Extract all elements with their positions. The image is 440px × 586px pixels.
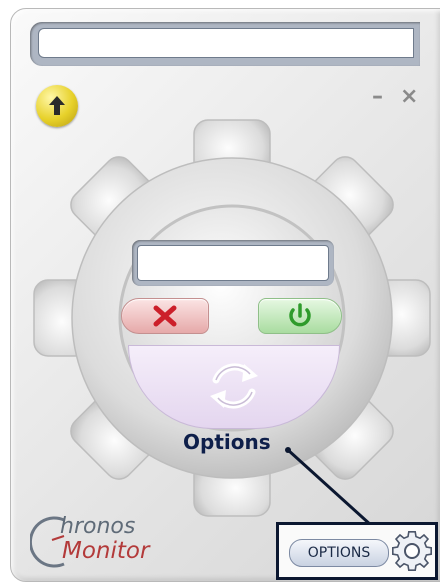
power-button[interactable] — [258, 298, 342, 334]
logo-line1: hronos — [60, 514, 136, 539]
power-icon — [289, 303, 311, 327]
up-button[interactable] — [36, 85, 78, 127]
logo-line2: Monitor — [62, 538, 150, 564]
options-button[interactable]: OPTIONS — [289, 539, 389, 567]
display-field[interactable] — [137, 245, 329, 281]
minimize-button[interactable]: – — [372, 84, 383, 109]
chronos-monitor-logo: hronos Monitor — [30, 514, 180, 570]
refresh-button[interactable] — [128, 345, 340, 429]
title-field-frame — [30, 22, 420, 66]
display-field-frame — [132, 240, 334, 286]
title-field[interactable] — [38, 28, 414, 58]
gear-icon[interactable] — [389, 529, 435, 575]
options-callout-label: Options — [183, 430, 271, 454]
stop-button[interactable] — [121, 298, 209, 334]
x-icon — [153, 305, 177, 327]
options-panel: OPTIONS — [276, 522, 438, 580]
close-button[interactable]: × — [400, 84, 418, 109]
arrow-up-icon — [49, 96, 65, 115]
refresh-icon — [210, 363, 258, 409]
